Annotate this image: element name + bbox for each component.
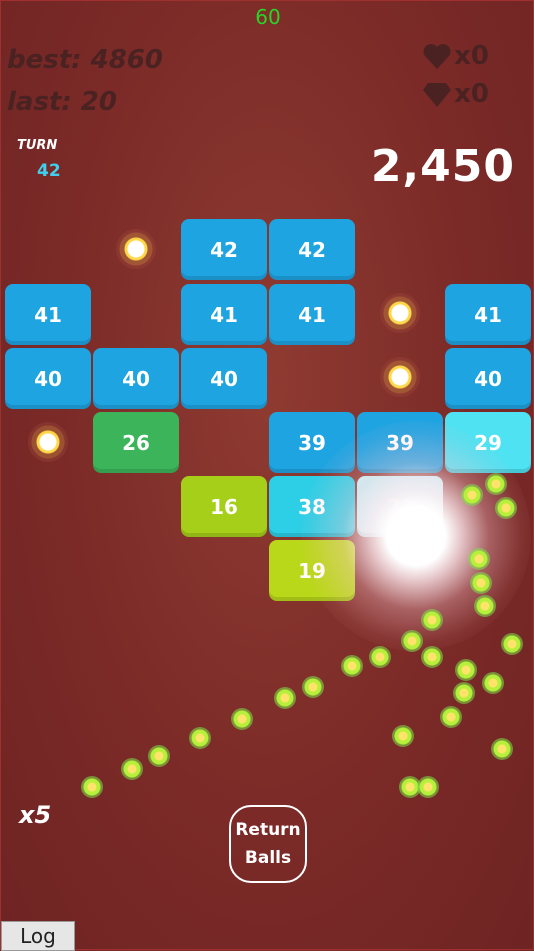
brick: 39 — [357, 412, 443, 473]
hearts-row: x0 — [409, 37, 489, 75]
ball — [440, 706, 462, 728]
ball — [491, 738, 513, 760]
brick: 40 — [445, 348, 531, 409]
brick: 41 — [181, 284, 267, 345]
ball — [474, 595, 496, 617]
ball — [302, 676, 324, 698]
ball — [121, 758, 143, 780]
ball — [392, 725, 414, 747]
speed-multiplier: x5 — [19, 801, 52, 829]
ball — [417, 776, 439, 798]
ball — [453, 682, 475, 704]
turn-value: 42 — [37, 161, 61, 181]
ball — [341, 655, 363, 677]
return-label-line1: Return — [235, 820, 301, 840]
hearts-count: x0 — [454, 41, 489, 71]
ball — [461, 484, 483, 506]
brick: 2? — [357, 476, 443, 537]
return-balls-button[interactable]: Return Balls — [229, 805, 307, 883]
ball — [470, 572, 492, 594]
extra-ball-powerup-icon — [380, 357, 420, 397]
brick: 40 — [5, 348, 91, 409]
extra-ball-powerup-icon — [116, 229, 156, 269]
extra-ball-powerup-icon — [28, 422, 68, 462]
brick: 42 — [269, 219, 355, 280]
brick: 41 — [5, 284, 91, 345]
brick: 41 — [269, 284, 355, 345]
ball — [189, 727, 211, 749]
brick: 38 — [269, 476, 355, 537]
return-label-line2: Balls — [244, 848, 292, 868]
return-balls-label: Return Balls — [235, 816, 300, 872]
ball — [468, 548, 490, 570]
ball — [421, 609, 443, 631]
brick: 29 — [445, 412, 531, 473]
extra-ball-powerup-icon — [380, 293, 420, 333]
turn-label: TURN — [17, 138, 58, 153]
last-score: last: 20 — [7, 87, 117, 117]
record-panel: best: 4860 last: 20 — [7, 39, 163, 123]
ball — [369, 646, 391, 668]
best-score: best: 4860 — [7, 45, 163, 75]
ball — [148, 745, 170, 767]
fps-counter: 60 — [255, 5, 281, 29]
brick: 42 — [181, 219, 267, 280]
ball — [501, 633, 523, 655]
current-score: 2,450 — [370, 141, 515, 192]
ball — [274, 687, 296, 709]
brick: 40 — [93, 348, 179, 409]
ball — [231, 708, 253, 730]
gem-icon — [423, 83, 452, 107]
brick: 39 — [269, 412, 355, 473]
ball — [421, 646, 443, 668]
brick: 26 — [93, 412, 179, 473]
ball — [401, 630, 423, 652]
gems-count: x0 — [454, 79, 489, 109]
brick: 19 — [269, 540, 355, 601]
ball — [485, 473, 507, 495]
brick: 41 — [445, 284, 531, 345]
ball — [455, 659, 477, 681]
heart-icon — [423, 44, 451, 69]
brick: 40 — [181, 348, 267, 409]
brick: 16 — [181, 476, 267, 537]
ball — [482, 672, 504, 694]
ball — [81, 776, 103, 798]
gems-row: x0 — [409, 75, 489, 113]
log-button[interactable]: Log — [1, 921, 75, 951]
inventory-panel: x0 x0 — [409, 37, 489, 113]
ball — [495, 497, 517, 519]
